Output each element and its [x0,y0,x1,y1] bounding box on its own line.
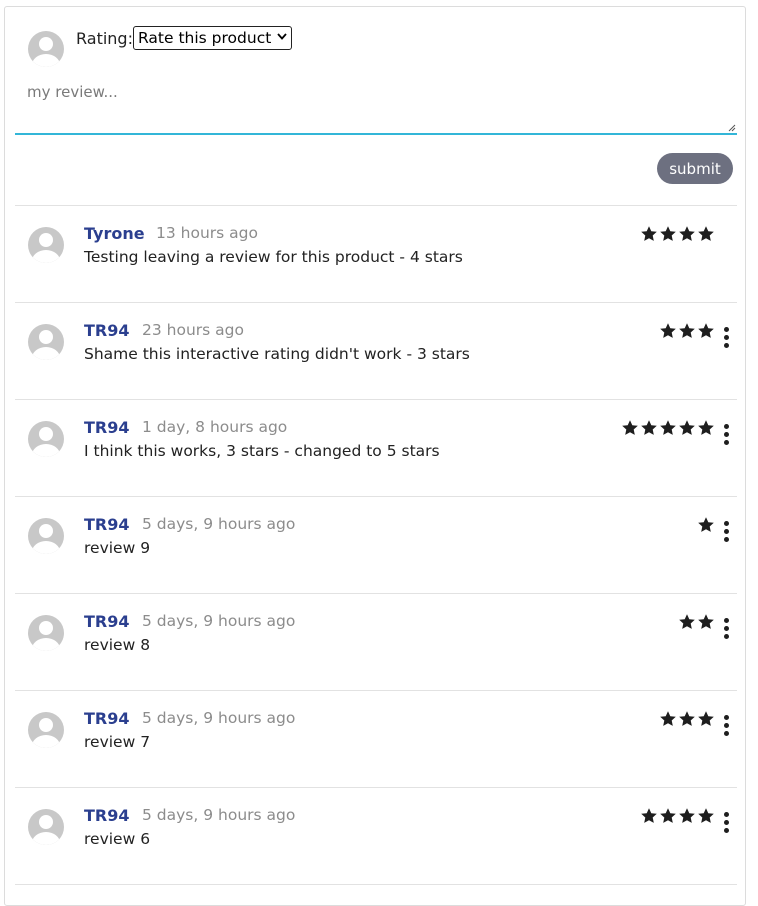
star-icon [698,226,714,241]
review-text: review 9 [84,539,151,557]
rating-select[interactable]: Rate this product [133,26,293,50]
review-timestamp: 23 hours ago [142,321,244,339]
star-icon [679,323,695,338]
star-icon [698,517,714,532]
review-author[interactable]: Tyrone [84,224,145,243]
star-icon [660,323,676,338]
review-item: TR94 1 day, 8 hours ago I think this works… [15,400,737,496]
review-text: review 7 [84,733,151,751]
star-icon [679,614,695,629]
submit-button[interactable]: submit [657,153,733,184]
review-textarea[interactable]: my review... [15,73,737,135]
review-star-rating [640,807,715,827]
star-icon [641,226,657,241]
star-icon [641,420,657,435]
review-star-rating [659,322,715,342]
star-icon [679,226,695,241]
rating-label: Rating: [76,29,133,48]
star-icon [679,808,695,823]
star-icon [679,420,695,435]
reviewer-avatar-icon [28,421,64,457]
review-text: I think this works, 3 stars - changed to… [84,442,440,460]
more-options-icon[interactable] [720,424,732,448]
review-item: TR94 5 days, 9 hours ago review 8 [15,594,737,690]
resize-grip-icon[interactable] [728,124,736,132]
reviewer-avatar-icon [28,324,64,360]
star-icon [660,226,676,241]
review-item: Tyrone 13 hours ago Testing leaving a revi… [15,206,737,302]
review-text: review 8 [84,636,151,654]
star-icon [698,711,714,726]
star-icon [660,808,676,823]
review-timestamp: 5 days, 9 hours ago [142,515,296,533]
review-author[interactable]: TR94 [84,321,130,340]
star-icon [660,711,676,726]
review-author[interactable]: TR94 [84,612,130,631]
review-timestamp: 5 days, 9 hours ago [142,709,296,727]
review-author[interactable]: TR94 [84,418,130,437]
review-author[interactable]: TR94 [84,806,130,825]
review-timestamp: 13 hours ago [156,224,258,242]
more-options-icon[interactable] [720,521,732,545]
review-text: Testing leaving a review for this produc… [84,248,463,266]
review-item: TR94 5 days, 9 hours ago review 6 [15,788,737,884]
review-star-rating [621,419,715,439]
star-icon [622,420,638,435]
reviewer-avatar-icon [28,712,64,748]
star-icon [660,420,676,435]
review-author[interactable]: TR94 [84,515,130,534]
review-star-rating [678,613,715,633]
review-timestamp: 1 day, 8 hours ago [142,418,288,436]
star-icon [698,420,714,435]
star-icon [641,808,657,823]
review-author[interactable]: TR94 [84,709,130,728]
star-icon [679,711,695,726]
review-placeholder: my review... [27,83,118,101]
chevron-down-icon [277,33,287,43]
review-timestamp: 5 days, 9 hours ago [142,806,296,824]
more-options-icon[interactable] [720,812,732,836]
reviewer-avatar-icon [28,227,64,263]
star-icon [698,808,714,823]
reviewer-avatar-icon [28,615,64,651]
more-options-icon[interactable] [720,618,732,642]
review-timestamp: 5 days, 9 hours ago [142,612,296,630]
more-options-icon[interactable] [720,715,732,739]
star-icon [698,614,714,629]
user-avatar-icon [28,31,64,67]
reviews-panel: Rating: Rate this product my review... s… [4,6,746,906]
rating-select-value: Rate this product [138,29,272,47]
review-text: review 6 [84,830,151,848]
review-text: Shame this interactive rating didn't wor… [84,345,470,363]
more-options-icon[interactable] [720,327,732,351]
star-icon [698,323,714,338]
review-star-rating [697,516,715,536]
review-item: TR94 5 days, 9 hours ago review 9 [15,497,737,593]
review-star-rating [659,710,715,730]
review-star-rating [640,225,715,245]
reviewer-avatar-icon [28,809,64,845]
reviewer-avatar-icon [28,518,64,554]
review-item: TR94 5 days, 9 hours ago review 7 [15,691,737,787]
review-item: TR94 23 hours ago Shame this interactive r… [15,303,737,399]
review-divider [15,884,737,885]
